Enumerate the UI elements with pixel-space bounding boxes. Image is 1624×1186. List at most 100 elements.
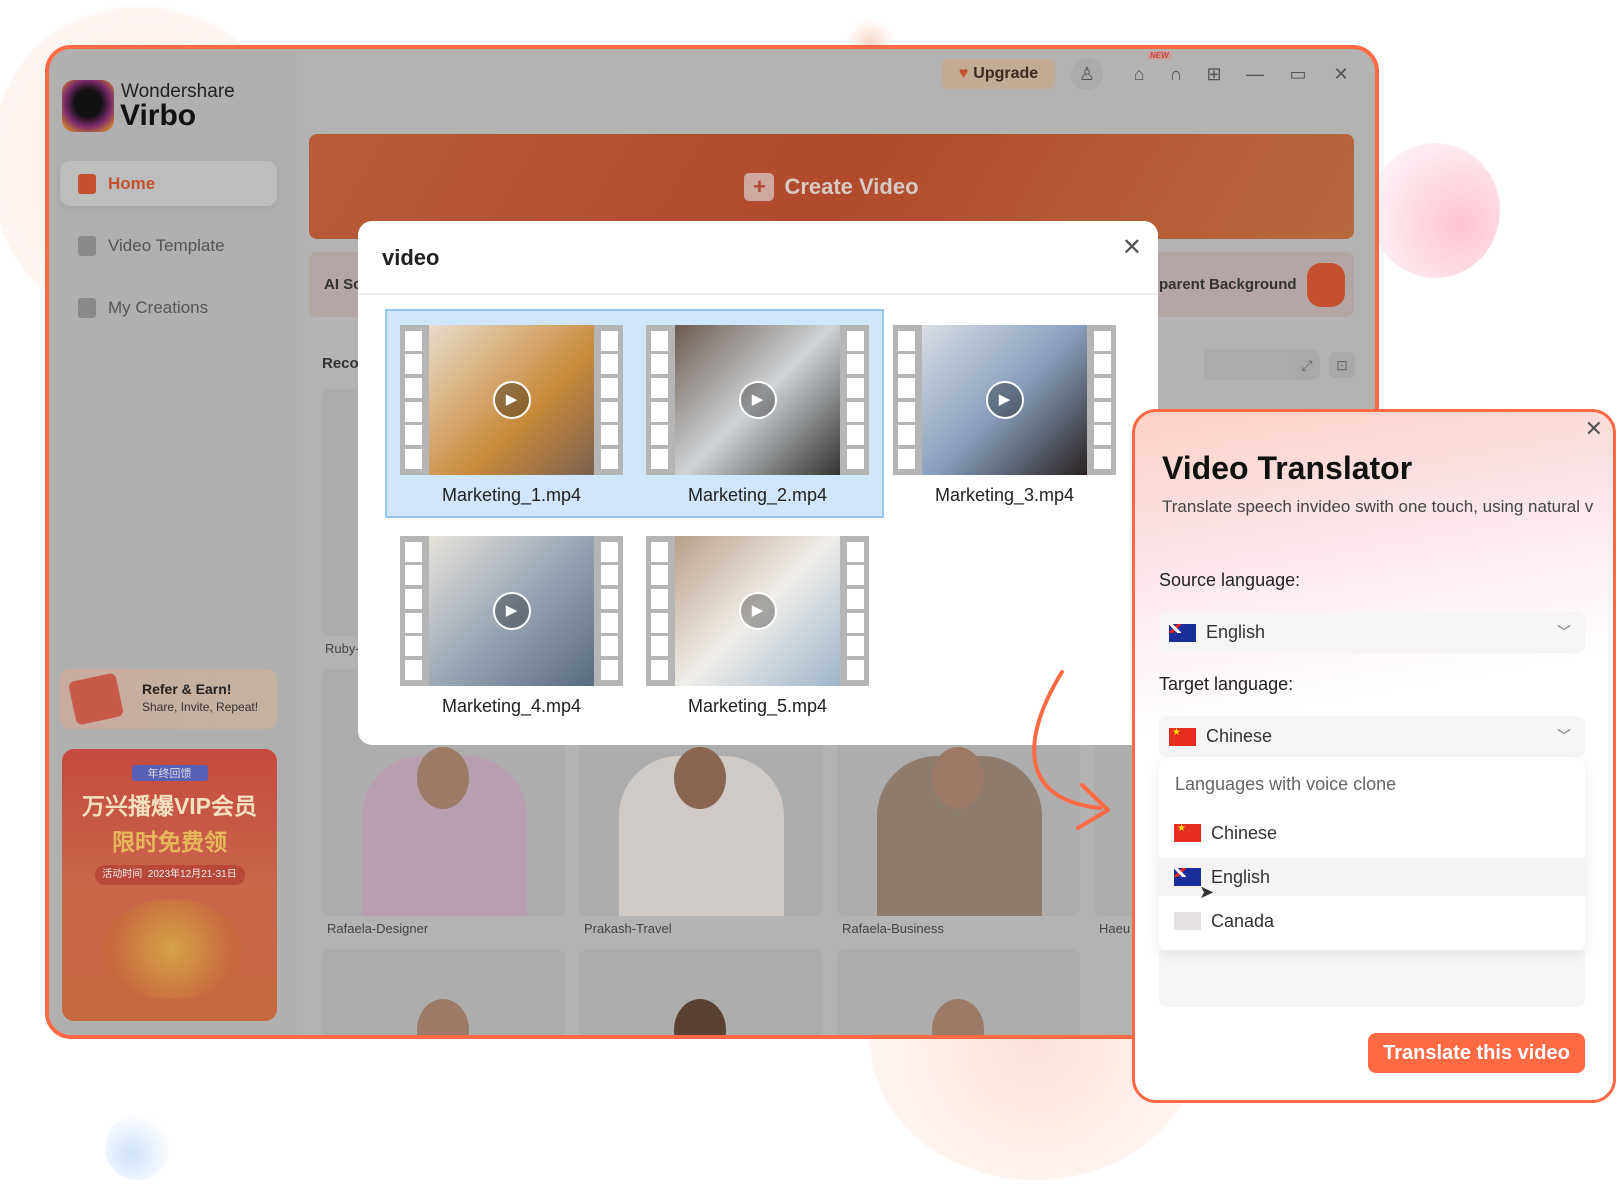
option-canada[interactable]: Canada xyxy=(1159,902,1585,940)
maximize-icon[interactable]: ▭ xyxy=(1285,61,1311,87)
support-icon[interactable]: ∩ xyxy=(1163,61,1189,87)
sidebar-item-label: Video Template xyxy=(108,235,225,255)
minimize-icon[interactable]: — xyxy=(1242,61,1268,87)
dropdown-header: Languages with voice clone xyxy=(1175,774,1397,794)
create-video-label: Create Video xyxy=(784,173,919,199)
source-language-label: Source language: xyxy=(1159,570,1301,590)
home-icon xyxy=(78,173,96,194)
virbo-logo xyxy=(62,80,114,132)
placeholder-flag-icon xyxy=(1174,912,1201,930)
sidebar-item-label: Home xyxy=(108,173,156,193)
video-filename: Marketing_4.mp4 xyxy=(441,696,582,716)
sidebar: Wondershare Virbo Home Video Template My… xyxy=(49,49,297,1035)
film-strip xyxy=(400,325,427,475)
creations-icon xyxy=(78,297,96,318)
academy-icon[interactable]: ⌂ xyxy=(1126,61,1152,87)
video-thumbnail[interactable]: ▶ xyxy=(646,325,869,475)
video-translator-panel: ✕ Video Translator Translate speech invi… xyxy=(1132,409,1616,1103)
play-icon[interactable]: ▶ xyxy=(738,592,777,630)
feature-card-transparent-bg[interactable]: parent Background xyxy=(1149,252,1354,317)
source-language-select[interactable]: English ﹀ xyxy=(1159,612,1585,653)
promo-banner[interactable]: 年终回馈 万兴播爆VIP会员 限时免费领 活动时间 2023年12月21-31日 xyxy=(62,749,277,1021)
video-filename: Marketing_1.mp4 xyxy=(441,485,582,505)
video-filename: Marketing_5.mp4 xyxy=(687,696,828,716)
option-label: English xyxy=(1211,866,1271,887)
avatar-card[interactable] xyxy=(579,949,822,1035)
panel-title: Video Translator xyxy=(1162,450,1413,486)
film-strip xyxy=(842,536,869,686)
sidebar-item-label: My Creations xyxy=(108,297,209,317)
film-strip xyxy=(842,325,869,475)
promo-headline: 万兴播爆VIP会员 xyxy=(81,793,258,819)
avatar-card[interactable] xyxy=(837,949,1080,1035)
video-filename: Marketing_2.mp4 xyxy=(687,485,828,505)
gift-icon xyxy=(67,672,125,726)
play-icon[interactable]: ▶ xyxy=(492,381,531,419)
apps-grid-icon[interactable]: ⊞ xyxy=(1201,61,1227,87)
promo-illustration xyxy=(102,899,242,999)
play-icon[interactable]: ▶ xyxy=(492,592,531,630)
video-thumbnail[interactable]: ▶ xyxy=(646,536,869,686)
video-thumbnail[interactable]: ▶ xyxy=(400,325,623,475)
input-area xyxy=(1159,950,1585,1007)
film-strip xyxy=(400,536,427,686)
avatar-name: Rafaela-Designer xyxy=(327,921,429,936)
option-label: Canada xyxy=(1211,910,1275,931)
divider xyxy=(358,293,1158,295)
feature-card-label: AI Sc xyxy=(324,276,362,293)
diamond-icon: ♥ xyxy=(958,65,969,82)
section-title: Reco xyxy=(322,355,359,372)
panel-subtitle: Translate speech invideo swith one touch… xyxy=(1162,497,1594,516)
translate-button[interactable]: Translate this video xyxy=(1368,1033,1585,1073)
video-filename: Marketing_3.mp4 xyxy=(934,485,1075,505)
feature-icon xyxy=(1306,262,1345,307)
film-strip xyxy=(596,325,623,475)
film-strip xyxy=(596,536,623,686)
refer-earn-card[interactable]: Refer & Earn! Share, Invite, Repeat! xyxy=(60,669,277,729)
close-icon[interactable]: ✕ xyxy=(1585,416,1603,442)
sidebar-item-home[interactable]: Home xyxy=(60,161,277,206)
film-strip xyxy=(893,325,920,475)
sidebar-item-video-template[interactable]: Video Template xyxy=(60,223,277,268)
avatar-card[interactable] xyxy=(322,949,565,1035)
promo-date-value: 2023年12月21-31日 xyxy=(147,869,237,880)
cursor-icon: ➤ xyxy=(1199,882,1215,902)
feature-card-label: parent Background xyxy=(1159,276,1297,293)
target-language-label: Target language: xyxy=(1159,674,1294,694)
play-icon[interactable]: ▶ xyxy=(738,381,777,419)
close-icon[interactable]: ✕ xyxy=(1328,61,1354,87)
option-chinese[interactable]: Chinese xyxy=(1159,814,1585,852)
bg-ball-pink xyxy=(1370,143,1500,278)
video-thumbnail[interactable]: ▶ xyxy=(400,536,623,686)
account-icon[interactable]: ♙ xyxy=(1071,58,1103,90)
avatar-name: Ruby- xyxy=(325,641,360,656)
sidebar-item-my-creations[interactable]: My Creations xyxy=(60,285,277,330)
select-value: English xyxy=(1206,622,1266,642)
plus-icon: + xyxy=(744,172,775,201)
target-language-select[interactable]: Chinese ﹀ xyxy=(1159,716,1585,757)
upgrade-button[interactable]: ♥ Upgrade xyxy=(942,59,1055,89)
expand-icon[interactable]: ⤢ xyxy=(1294,352,1320,378)
china-flag-icon xyxy=(1174,824,1201,842)
film-strip xyxy=(646,325,673,475)
curved-arrow xyxy=(1032,670,1110,830)
close-icon[interactable]: ✕ xyxy=(1122,233,1142,262)
play-icon[interactable]: ▶ xyxy=(985,381,1024,419)
collapse-icon[interactable]: ⊡ xyxy=(1329,352,1355,378)
promo-date: 活动时间 2023年12月21-31日 xyxy=(94,865,245,885)
avatar-name: Prakash-Travel xyxy=(584,921,672,936)
option-english[interactable]: English ➤ xyxy=(1159,858,1585,902)
dialog-title: video xyxy=(382,245,440,270)
australia-flag-icon xyxy=(1174,868,1201,886)
film-strip xyxy=(1089,325,1116,475)
avatar-name: Rafaela-Business xyxy=(842,921,944,936)
promo-date-label: 活动时间 xyxy=(102,869,143,880)
promo-tag: 年终回馈 xyxy=(131,765,208,781)
chevron-down-icon: ﹀ xyxy=(1557,624,1571,640)
film-strip xyxy=(646,536,673,686)
brand-name: Virbo xyxy=(120,99,197,132)
australia-flag-icon xyxy=(1169,623,1196,642)
chevron-down-icon: ﹀ xyxy=(1557,728,1571,744)
video-thumbnail[interactable]: ▶ xyxy=(893,325,1116,475)
option-label: Chinese xyxy=(1211,822,1278,843)
